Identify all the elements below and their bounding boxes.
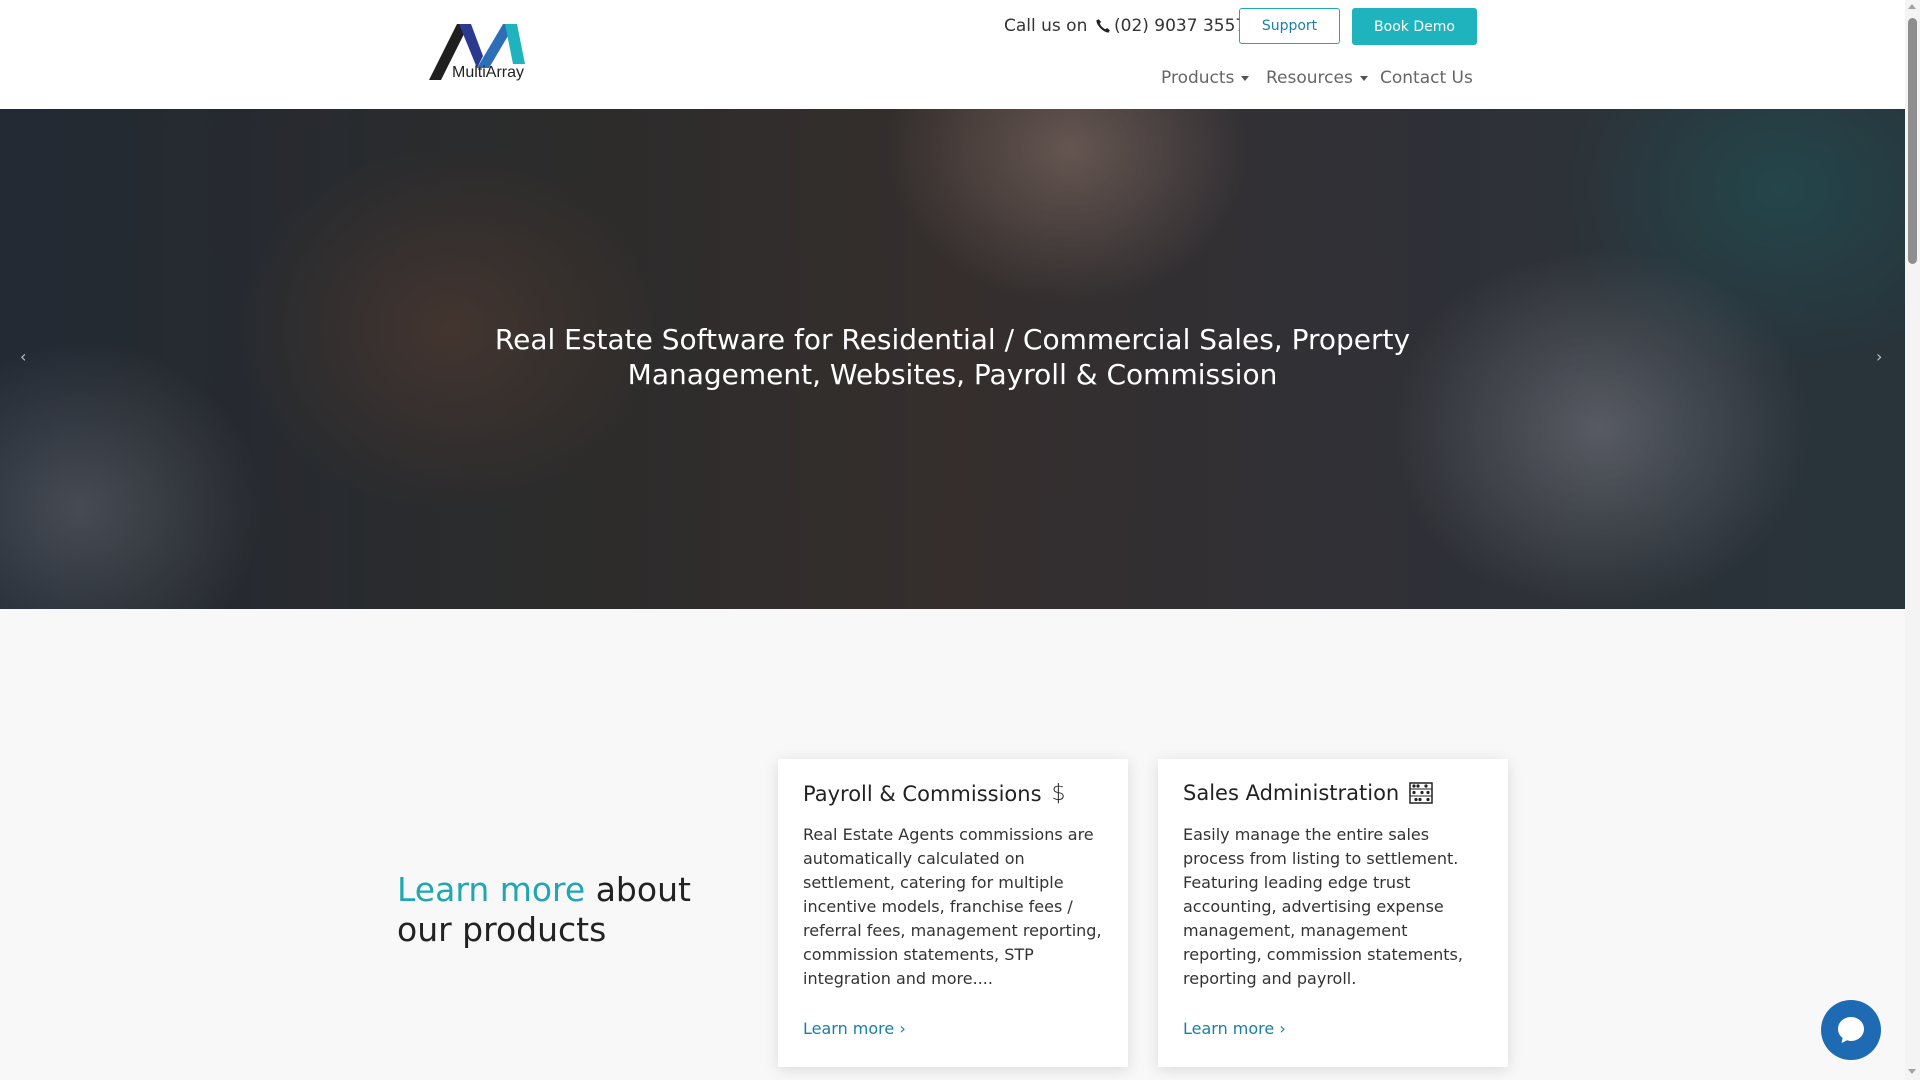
chat-widget-button[interactable] [1821,1000,1881,1060]
nav-contact-us-label: Contact Us [1380,68,1473,88]
card-title-text: Payroll & Commissions [803,781,1042,806]
caret-down-icon [1359,75,1368,81]
phone-number: (02) 9037 3557 [1114,16,1247,36]
dollar-icon: $ [1051,781,1066,806]
nav-resources[interactable]: Resources [1266,68,1368,88]
product-card-payroll: Payroll & Commissions $ Real Estate Agen… [778,759,1128,1067]
page: MultiArray Call us on (02) 9037 3557 Sup… [0,0,1905,1080]
hero-title-line1: Real Estate Software for Residential / C… [494,323,1411,356]
card-body: Easily manage the entire sales process f… [1183,825,1463,988]
chat-bubble-icon [1838,1017,1864,1043]
nav-resources-label: Resources [1266,68,1353,88]
hero-title: Real Estate Software for Residential / C… [470,322,1435,392]
site-header: MultiArray Call us on (02) 9037 3557 Sup… [0,0,1905,109]
card-title: Payroll & Commissions $ [803,781,1066,806]
learn-more-label: Learn more [803,1019,895,1038]
scroll-down-arrow-icon[interactable] [1908,1069,1916,1074]
chevron-right-icon: › [899,1019,906,1038]
phone-icon [1096,19,1110,33]
learn-more-link[interactable]: Learn more › [803,1019,906,1038]
book-demo-button[interactable]: Book Demo [1352,8,1477,45]
section-title-rest-2: our products [397,910,607,949]
learn-more-label: Learn more [1183,1019,1275,1038]
section-title-rest-1: about [595,870,691,909]
card-body: Real Estate Agents commissions are autom… [803,825,1102,988]
products-section-title: Learn more about our products [397,870,691,950]
nav-products[interactable]: Products [1161,68,1250,88]
phone-link[interactable]: (02) 9037 3557 [1095,16,1246,36]
hero-carousel: Real Estate Software for Residential / C… [0,109,1905,609]
hero-title-line2: Management, Websites, Payroll & Commissi… [627,358,1278,391]
learn-more-link[interactable]: Learn more › [1183,1019,1286,1038]
caret-down-icon [1241,75,1250,81]
section-title-accent: Learn more [397,870,586,909]
chevron-right-icon[interactable]: › [1876,347,1882,366]
scrollbar-thumb[interactable] [1908,18,1917,264]
nav-contact-us[interactable]: Contact Us [1380,68,1473,88]
card-title: Sales Administration [1183,781,1433,805]
product-card-sales-admin: Sales Administration Easily manage the e… [1158,759,1508,1067]
multiarray-logo[interactable]: MultiArray [425,20,535,86]
nav-products-label: Products [1161,68,1235,88]
vertical-scrollbar[interactable] [1905,0,1920,1080]
scroll-up-arrow-icon[interactable] [1908,4,1916,9]
chevron-right-icon: › [1279,1019,1286,1038]
call-us-label: Call us on [1004,16,1088,36]
abacus-icon [1409,782,1433,804]
chevron-left-icon[interactable]: ‹ [20,347,26,366]
support-button[interactable]: Support [1239,8,1340,44]
card-title-text: Sales Administration [1183,781,1400,805]
logo-text: MultiArray [452,64,525,81]
